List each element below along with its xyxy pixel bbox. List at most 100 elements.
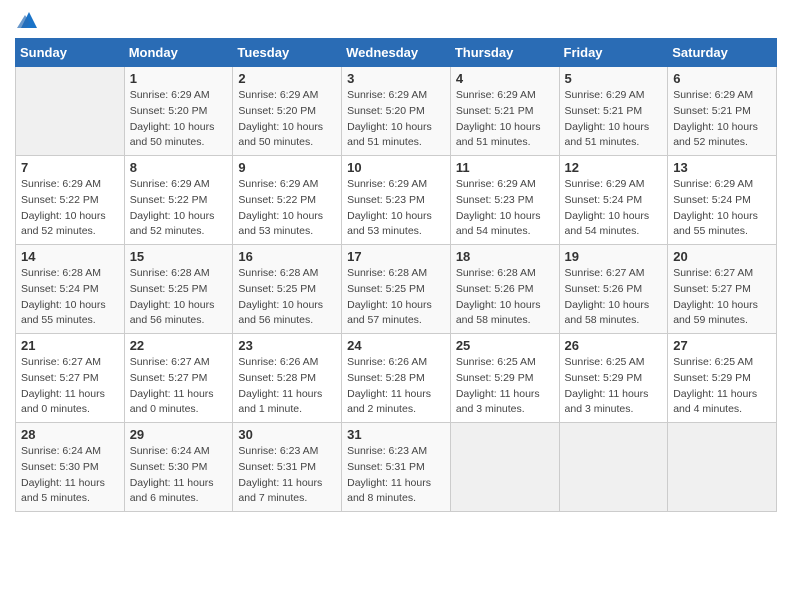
calendar-table: SundayMondayTuesdayWednesdayThursdayFrid… bbox=[15, 38, 777, 512]
calendar-cell: 16Sunrise: 6:28 AMSunset: 5:25 PMDayligh… bbox=[233, 245, 342, 334]
calendar-week-1: 1 Sunrise: 6:29 AMSunset: 5:20 PMDaylight… bbox=[16, 67, 777, 156]
day-info: Sunrise: 6:29 AMSunset: 5:23 PMDaylight:… bbox=[456, 177, 554, 240]
day-number: 6 bbox=[673, 71, 771, 86]
day-info: Sunrise: 6:23 AMSunset: 5:31 PMDaylight:… bbox=[347, 444, 445, 507]
day-number: 23 bbox=[238, 338, 336, 353]
calendar-cell: 14 Sunrise: 6:28 AMSunset: 5:24 PMDayligh… bbox=[16, 245, 125, 334]
calendar-week-4: 21 Sunrise: 6:27 AMSunset: 5:27 PMDayligh… bbox=[16, 334, 777, 423]
calendar-cell: 31 Sunrise: 6:23 AMSunset: 5:31 PMDayligh… bbox=[342, 423, 451, 512]
day-number: 13 bbox=[673, 160, 771, 175]
day-header-monday: Monday bbox=[124, 39, 233, 67]
calendar-cell: 26 Sunrise: 6:25 AMSunset: 5:29 PMDayligh… bbox=[559, 334, 668, 423]
day-info: Sunrise: 6:29 AMSunset: 5:24 PMDaylight:… bbox=[565, 177, 663, 240]
day-info: Sunrise: 6:29 AMSunset: 5:20 PMDaylight:… bbox=[347, 88, 445, 151]
calendar-week-5: 28Sunrise: 6:24 AMSunset: 5:30 PMDayligh… bbox=[16, 423, 777, 512]
day-info: Sunrise: 6:27 AMSunset: 5:27 PMDaylight:… bbox=[673, 266, 771, 329]
calendar-cell: 6 Sunrise: 6:29 AMSunset: 5:21 PMDaylight… bbox=[668, 67, 777, 156]
day-header-saturday: Saturday bbox=[668, 39, 777, 67]
logo-icon bbox=[17, 10, 39, 30]
day-info: Sunrise: 6:24 AMSunset: 5:30 PMDaylight:… bbox=[130, 444, 228, 507]
day-number: 17 bbox=[347, 249, 445, 264]
day-number: 15 bbox=[130, 249, 228, 264]
day-header-wednesday: Wednesday bbox=[342, 39, 451, 67]
page-header bbox=[15, 10, 777, 30]
day-info: Sunrise: 6:29 AMSunset: 5:21 PMDaylight:… bbox=[673, 88, 771, 151]
logo bbox=[15, 10, 39, 30]
day-number: 3 bbox=[347, 71, 445, 86]
calendar-week-2: 7Sunrise: 6:29 AMSunset: 5:22 PMDaylight… bbox=[16, 156, 777, 245]
day-number: 26 bbox=[565, 338, 663, 353]
calendar-cell: 3 Sunrise: 6:29 AMSunset: 5:20 PMDaylight… bbox=[342, 67, 451, 156]
day-number: 21 bbox=[21, 338, 119, 353]
day-number: 10 bbox=[347, 160, 445, 175]
calendar-cell: 11 Sunrise: 6:29 AMSunset: 5:23 PMDayligh… bbox=[450, 156, 559, 245]
day-info: Sunrise: 6:26 AMSunset: 5:28 PMDaylight:… bbox=[347, 355, 445, 418]
calendar-cell bbox=[668, 423, 777, 512]
calendar-cell: 25 Sunrise: 6:25 AMSunset: 5:29 PMDayligh… bbox=[450, 334, 559, 423]
calendar-cell: 5Sunrise: 6:29 AMSunset: 5:21 PMDaylight… bbox=[559, 67, 668, 156]
day-info: Sunrise: 6:29 AMSunset: 5:22 PMDaylight:… bbox=[130, 177, 228, 240]
day-info: Sunrise: 6:29 AMSunset: 5:20 PMDaylight:… bbox=[238, 88, 336, 151]
calendar-cell: 13 Sunrise: 6:29 AMSunset: 5:24 PMDayligh… bbox=[668, 156, 777, 245]
day-number: 1 bbox=[130, 71, 228, 86]
calendar-cell: 30 Sunrise: 6:23 AMSunset: 5:31 PMDayligh… bbox=[233, 423, 342, 512]
day-info: Sunrise: 6:28 AMSunset: 5:25 PMDaylight:… bbox=[130, 266, 228, 329]
day-info: Sunrise: 6:29 AMSunset: 5:24 PMDaylight:… bbox=[673, 177, 771, 240]
calendar-cell bbox=[559, 423, 668, 512]
day-info: Sunrise: 6:28 AMSunset: 5:25 PMDaylight:… bbox=[347, 266, 445, 329]
day-number: 11 bbox=[456, 160, 554, 175]
calendar-cell: 15 Sunrise: 6:28 AMSunset: 5:25 PMDayligh… bbox=[124, 245, 233, 334]
day-number: 16 bbox=[238, 249, 336, 264]
calendar-cell bbox=[450, 423, 559, 512]
calendar-cell: 19 Sunrise: 6:27 AMSunset: 5:26 PMDayligh… bbox=[559, 245, 668, 334]
day-number: 14 bbox=[21, 249, 119, 264]
calendar-cell: 27 Sunrise: 6:25 AMSunset: 5:29 PMDayligh… bbox=[668, 334, 777, 423]
calendar-cell: 29 Sunrise: 6:24 AMSunset: 5:30 PMDayligh… bbox=[124, 423, 233, 512]
day-number: 5 bbox=[565, 71, 663, 86]
day-header-tuesday: Tuesday bbox=[233, 39, 342, 67]
day-info: Sunrise: 6:28 AMSunset: 5:26 PMDaylight:… bbox=[456, 266, 554, 329]
calendar-cell: 2Sunrise: 6:29 AMSunset: 5:20 PMDaylight… bbox=[233, 67, 342, 156]
day-number: 27 bbox=[673, 338, 771, 353]
day-number: 19 bbox=[565, 249, 663, 264]
day-number: 20 bbox=[673, 249, 771, 264]
day-number: 8 bbox=[130, 160, 228, 175]
day-header-friday: Friday bbox=[559, 39, 668, 67]
calendar-cell: 9Sunrise: 6:29 AMSunset: 5:22 PMDaylight… bbox=[233, 156, 342, 245]
day-number: 24 bbox=[347, 338, 445, 353]
calendar-cell: 24 Sunrise: 6:26 AMSunset: 5:28 PMDayligh… bbox=[342, 334, 451, 423]
day-number: 4 bbox=[456, 71, 554, 86]
day-info: Sunrise: 6:29 AMSunset: 5:21 PMDaylight:… bbox=[456, 88, 554, 151]
calendar-week-3: 14 Sunrise: 6:28 AMSunset: 5:24 PMDayligh… bbox=[16, 245, 777, 334]
day-number: 31 bbox=[347, 427, 445, 442]
day-number: 30 bbox=[238, 427, 336, 442]
day-info: Sunrise: 6:27 AMSunset: 5:26 PMDaylight:… bbox=[565, 266, 663, 329]
day-info: Sunrise: 6:28 AMSunset: 5:24 PMDaylight:… bbox=[21, 266, 119, 329]
day-header-thursday: Thursday bbox=[450, 39, 559, 67]
day-info: Sunrise: 6:24 AMSunset: 5:30 PMDaylight:… bbox=[21, 444, 119, 507]
day-number: 12 bbox=[565, 160, 663, 175]
calendar-cell: 1 Sunrise: 6:29 AMSunset: 5:20 PMDaylight… bbox=[124, 67, 233, 156]
calendar-cell: 7Sunrise: 6:29 AMSunset: 5:22 PMDaylight… bbox=[16, 156, 125, 245]
calendar-cell: 22Sunrise: 6:27 AMSunset: 5:27 PMDayligh… bbox=[124, 334, 233, 423]
day-number: 18 bbox=[456, 249, 554, 264]
day-info: Sunrise: 6:25 AMSunset: 5:29 PMDaylight:… bbox=[456, 355, 554, 418]
day-number: 9 bbox=[238, 160, 336, 175]
day-info: Sunrise: 6:27 AMSunset: 5:27 PMDaylight:… bbox=[21, 355, 119, 418]
day-info: Sunrise: 6:29 AMSunset: 5:22 PMDaylight:… bbox=[21, 177, 119, 240]
calendar-cell: 12 Sunrise: 6:29 AMSunset: 5:24 PMDayligh… bbox=[559, 156, 668, 245]
calendar-cell bbox=[16, 67, 125, 156]
calendar-cell: 28Sunrise: 6:24 AMSunset: 5:30 PMDayligh… bbox=[16, 423, 125, 512]
day-info: Sunrise: 6:23 AMSunset: 5:31 PMDaylight:… bbox=[238, 444, 336, 507]
calendar-header-row: SundayMondayTuesdayWednesdayThursdayFrid… bbox=[16, 39, 777, 67]
calendar-cell: 8 Sunrise: 6:29 AMSunset: 5:22 PMDaylight… bbox=[124, 156, 233, 245]
calendar-cell: 21 Sunrise: 6:27 AMSunset: 5:27 PMDayligh… bbox=[16, 334, 125, 423]
day-info: Sunrise: 6:25 AMSunset: 5:29 PMDaylight:… bbox=[565, 355, 663, 418]
day-info: Sunrise: 6:25 AMSunset: 5:29 PMDaylight:… bbox=[673, 355, 771, 418]
day-number: 29 bbox=[130, 427, 228, 442]
day-info: Sunrise: 6:27 AMSunset: 5:27 PMDaylight:… bbox=[130, 355, 228, 418]
day-info: Sunrise: 6:29 AMSunset: 5:23 PMDaylight:… bbox=[347, 177, 445, 240]
day-info: Sunrise: 6:29 AMSunset: 5:20 PMDaylight:… bbox=[130, 88, 228, 151]
day-info: Sunrise: 6:26 AMSunset: 5:28 PMDaylight:… bbox=[238, 355, 336, 418]
day-number: 25 bbox=[456, 338, 554, 353]
